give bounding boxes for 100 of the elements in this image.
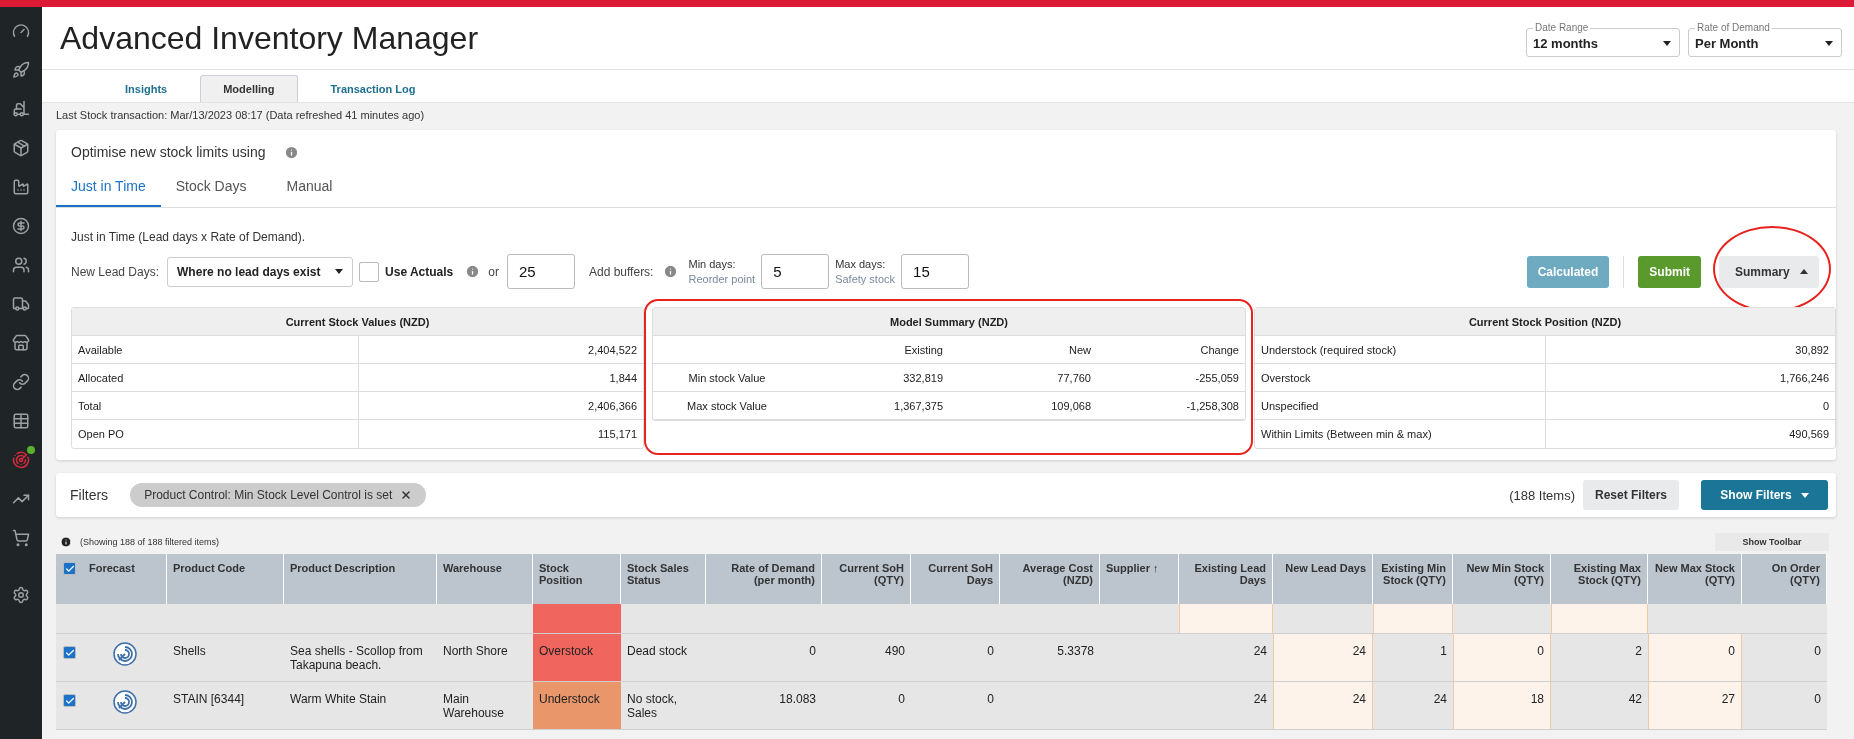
table-cell-text: 24	[1252, 643, 1268, 660]
table-cell-text: 2	[1634, 643, 1643, 660]
table-cell: 0	[1648, 634, 1742, 681]
table-cell-text: Understock (required stock)	[1260, 342, 1398, 358]
cart-icon[interactable]	[10, 527, 32, 549]
table-cell-text: Total	[77, 398, 103, 414]
info-icon[interactable]	[60, 536, 72, 548]
table-cell: 0	[1453, 634, 1551, 681]
table-cell-text: 24	[1432, 691, 1448, 708]
table-cell: 2,406,366	[357, 392, 643, 419]
forecast-icon[interactable]	[113, 690, 137, 714]
table-cell: Understock	[533, 682, 621, 729]
tab[interactable]: Insights	[102, 75, 191, 102]
checkbox[interactable]	[63, 646, 76, 659]
table-cell: 1,844	[357, 364, 643, 391]
table-cell-text: 77,760	[1056, 370, 1092, 386]
table-cell-text: 18.083	[778, 691, 817, 708]
table-cell-text: Main Warehouse	[442, 691, 505, 722]
description-text: Just in Time (Lead days x Rate of Demand).	[70, 229, 307, 244]
caret-icon	[1800, 492, 1809, 498]
checkbox[interactable]	[359, 261, 380, 282]
table-cell: 2,404,522	[357, 336, 643, 363]
dropdown[interactable]: Rate of Demand Per Month	[1688, 25, 1842, 57]
item-count: (188 Items)	[1509, 487, 1575, 503]
table-cell-text: -1,258,308	[1185, 398, 1240, 414]
lead-days-input[interactable]: 25	[506, 254, 575, 289]
days-input[interactable]: 5	[761, 254, 830, 289]
checkbox[interactable]	[63, 562, 76, 575]
table-cell-text: 0	[986, 643, 995, 660]
close-icon[interactable]	[400, 489, 413, 501]
table-cell-text: 42	[1627, 691, 1643, 708]
table-cell-text: Overstock	[1260, 370, 1312, 386]
panel-title: Model Summary (NZD)	[653, 308, 1245, 336]
table-cell: 30,892	[1545, 336, 1835, 363]
show-filters-button[interactable]: Show Filters	[1701, 480, 1828, 510]
table-cell-text: Allocated	[77, 370, 125, 386]
table-cell-text: Open PO	[77, 427, 125, 442]
dollar-icon[interactable]	[10, 215, 32, 237]
summary-button[interactable]: Summary	[1719, 255, 1819, 288]
table-cell: 1,766,246	[1545, 364, 1835, 391]
table-cell-text: Shells	[172, 643, 207, 660]
tab[interactable]: Modelling	[200, 75, 298, 102]
status-dot	[27, 446, 35, 454]
table-cell-text: 0	[986, 691, 995, 708]
column-header: New	[1068, 342, 1092, 358]
tab[interactable]: Stock Days	[160, 170, 262, 207]
table-cell-text: Dead stock	[626, 643, 689, 660]
table-cell-text: Within Limits (Between min & max)	[1260, 427, 1433, 442]
table-cell: Overstock	[533, 634, 621, 681]
table-cell-text: Sea shells - Scollop from Takapuna beach.	[289, 643, 424, 674]
section-title: Optimise new stock limits using	[71, 144, 266, 160]
table-cell-text: 24	[1252, 691, 1268, 708]
dropdown[interactable]: Date Range 12 months	[1526, 25, 1680, 57]
field-hint: Safety stock	[835, 271, 896, 287]
table-cell-text: Available	[77, 342, 124, 358]
tab[interactable]: Just in Time	[56, 170, 161, 207]
caret-icon	[1799, 269, 1808, 274]
rocket-icon[interactable]	[10, 59, 32, 81]
table-cell: 24	[1273, 682, 1373, 729]
tab[interactable]: Manual	[271, 170, 348, 207]
caret-icon	[335, 269, 344, 274]
reset-filters-button[interactable]: Reset Filters	[1582, 480, 1679, 510]
column-header: Existing	[903, 342, 944, 358]
radar-icon[interactable]	[10, 449, 32, 471]
store-icon[interactable]	[10, 332, 32, 354]
table-cell-text: No stock, Sales	[626, 691, 678, 722]
table-cell-text: 0	[808, 643, 817, 660]
table-cell: 0	[1545, 392, 1835, 419]
table-cell: 490,569	[1545, 420, 1835, 448]
field-label: New Lead Days:	[71, 264, 160, 279]
field-hint: Reorder point	[688, 271, 756, 287]
table-cell-text: Max stock Value	[686, 398, 768, 414]
filters-label: Filters	[70, 487, 109, 503]
table-cell-text: 1,367,375	[893, 398, 944, 414]
field-label: Max days:	[835, 256, 887, 272]
table-cell-text: Warm White Stain	[289, 691, 388, 708]
forecast-icon[interactable]	[113, 642, 137, 666]
days-input[interactable]: 15	[901, 254, 970, 289]
lead-days-dropdown[interactable]: Where no lead days exist	[167, 256, 354, 287]
table-cell-text: 0	[1813, 691, 1822, 708]
showing-text: (Showing 188 of 188 filtered items)	[80, 537, 220, 547]
panel-title: Current Stock Values (NZD)	[72, 308, 643, 336]
table-cell-text: 109,068	[1050, 398, 1092, 414]
link-icon[interactable]	[10, 371, 32, 393]
table-cell-text: -255,059	[1194, 370, 1240, 386]
show-toolbar-button[interactable]: Show Toolbar	[1715, 533, 1829, 551]
field-label: Add buffers:	[588, 264, 654, 279]
status-text: Last Stock transaction: Mar/13/2023 08:17 (Data refreshed 41 minutes ago)	[55, 108, 426, 123]
checkbox[interactable]	[63, 694, 76, 707]
caret-icon	[1663, 41, 1671, 46]
table-cell-text: Min stock Value	[687, 370, 767, 386]
filter-chip[interactable]: Product Control: Min Stock Level Control is set	[130, 483, 427, 507]
tab[interactable]: Transaction Log	[307, 75, 439, 102]
table-cell: 18	[1453, 682, 1551, 729]
table-cell-text: 5.3378	[1056, 643, 1095, 660]
table-cell: 115,171	[357, 420, 643, 448]
table-cell: 27	[1648, 682, 1742, 729]
table-cell: 24	[1273, 634, 1373, 681]
table-cell-text: 1	[1439, 643, 1448, 660]
table-cell-text: North Shore	[442, 643, 509, 660]
